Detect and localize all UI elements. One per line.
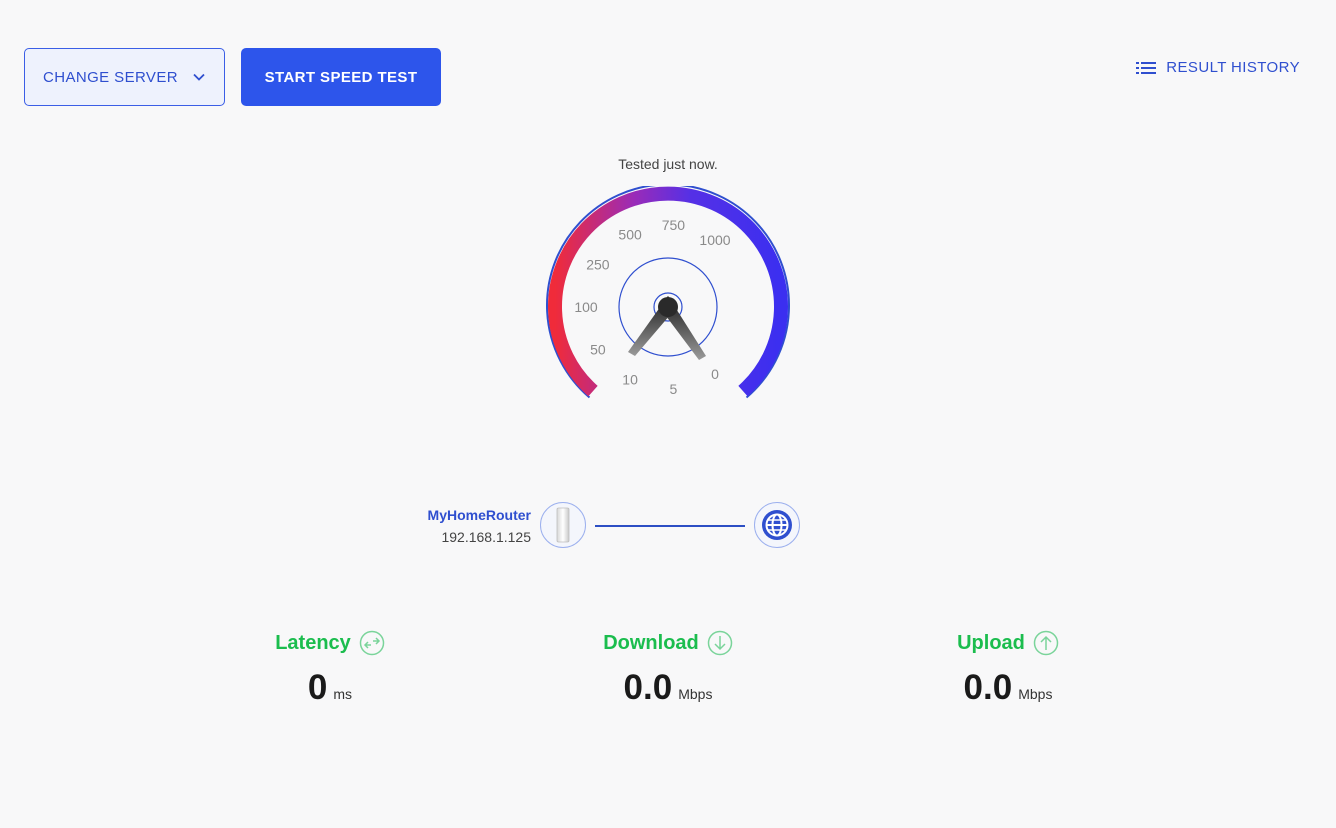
gauge-tick-label: 10: [622, 372, 638, 388]
gauge-tick-label: 750: [662, 217, 686, 233]
gauge-tick-label: 500: [618, 226, 642, 242]
chevron-down-icon: [193, 73, 205, 81]
upload-value-row: 0.0 Mbps: [888, 668, 1128, 708]
download-value-row: 0.0 Mbps: [548, 668, 788, 708]
download-value: 0.0: [623, 668, 673, 707]
gauge-tick-label: 1000: [699, 232, 730, 248]
router-name: MyHomeRouter: [427, 507, 531, 523]
gauge-tick-label: 250: [586, 257, 610, 273]
gauge-tick-label: 100: [574, 299, 598, 315]
gauge-tick-label: 5: [670, 381, 678, 397]
latency-unit: ms: [333, 686, 353, 702]
gauge-tick-label: 50: [590, 342, 606, 358]
change-server-button[interactable]: CHANGE SERVER: [24, 48, 225, 106]
gauge-tick-labels: 0 5 10 50 100 250 500 750 1000: [574, 217, 730, 397]
latency-label: Latency: [275, 631, 351, 654]
download-arrow-icon: [707, 630, 733, 656]
upload-unit: Mbps: [1018, 686, 1053, 702]
speed-gauge: 0 5 10 50 100 250 500 750 1000: [546, 186, 790, 399]
result-history-link[interactable]: RESULT HISTORY: [1136, 59, 1300, 76]
upload-heading: Upload: [888, 630, 1128, 656]
upload-metric: Upload 0.0 Mbps: [888, 630, 1128, 708]
internet-icon-circle: [754, 502, 800, 548]
globe-icon: [762, 510, 792, 540]
latency-value: 0: [307, 668, 328, 707]
connection-line: [595, 525, 745, 527]
result-history-label: RESULT HISTORY: [1166, 59, 1300, 76]
download-unit: Mbps: [678, 686, 713, 702]
upload-value: 0.0: [963, 668, 1013, 707]
upload-label: Upload: [957, 631, 1025, 654]
latency-heading: Latency: [210, 630, 450, 656]
download-heading: Download: [548, 630, 788, 656]
change-server-label: CHANGE SERVER: [43, 68, 178, 86]
tested-status-text: Tested just now.: [618, 156, 718, 172]
download-metric: Download 0.0 Mbps: [548, 630, 788, 708]
list-icon: [1136, 61, 1157, 74]
latency-icon: [359, 630, 385, 656]
gauge-tick-label: 0: [711, 366, 719, 382]
download-label: Download: [603, 631, 699, 654]
start-speed-test-label: START SPEED TEST: [264, 68, 418, 86]
router-ip: 192.168.1.125: [441, 529, 531, 545]
upload-arrow-icon: [1033, 630, 1059, 656]
latency-metric: Latency 0 ms: [210, 630, 450, 708]
router-icon: [556, 507, 570, 543]
speed-test-page: CHANGE SERVER START SPEED TEST RESULT HI…: [0, 0, 1336, 828]
latency-value-row: 0 ms: [210, 668, 450, 708]
router-icon-circle: [540, 502, 586, 548]
gauge-hub: [658, 297, 678, 317]
start-speed-test-button[interactable]: START SPEED TEST: [241, 48, 441, 106]
